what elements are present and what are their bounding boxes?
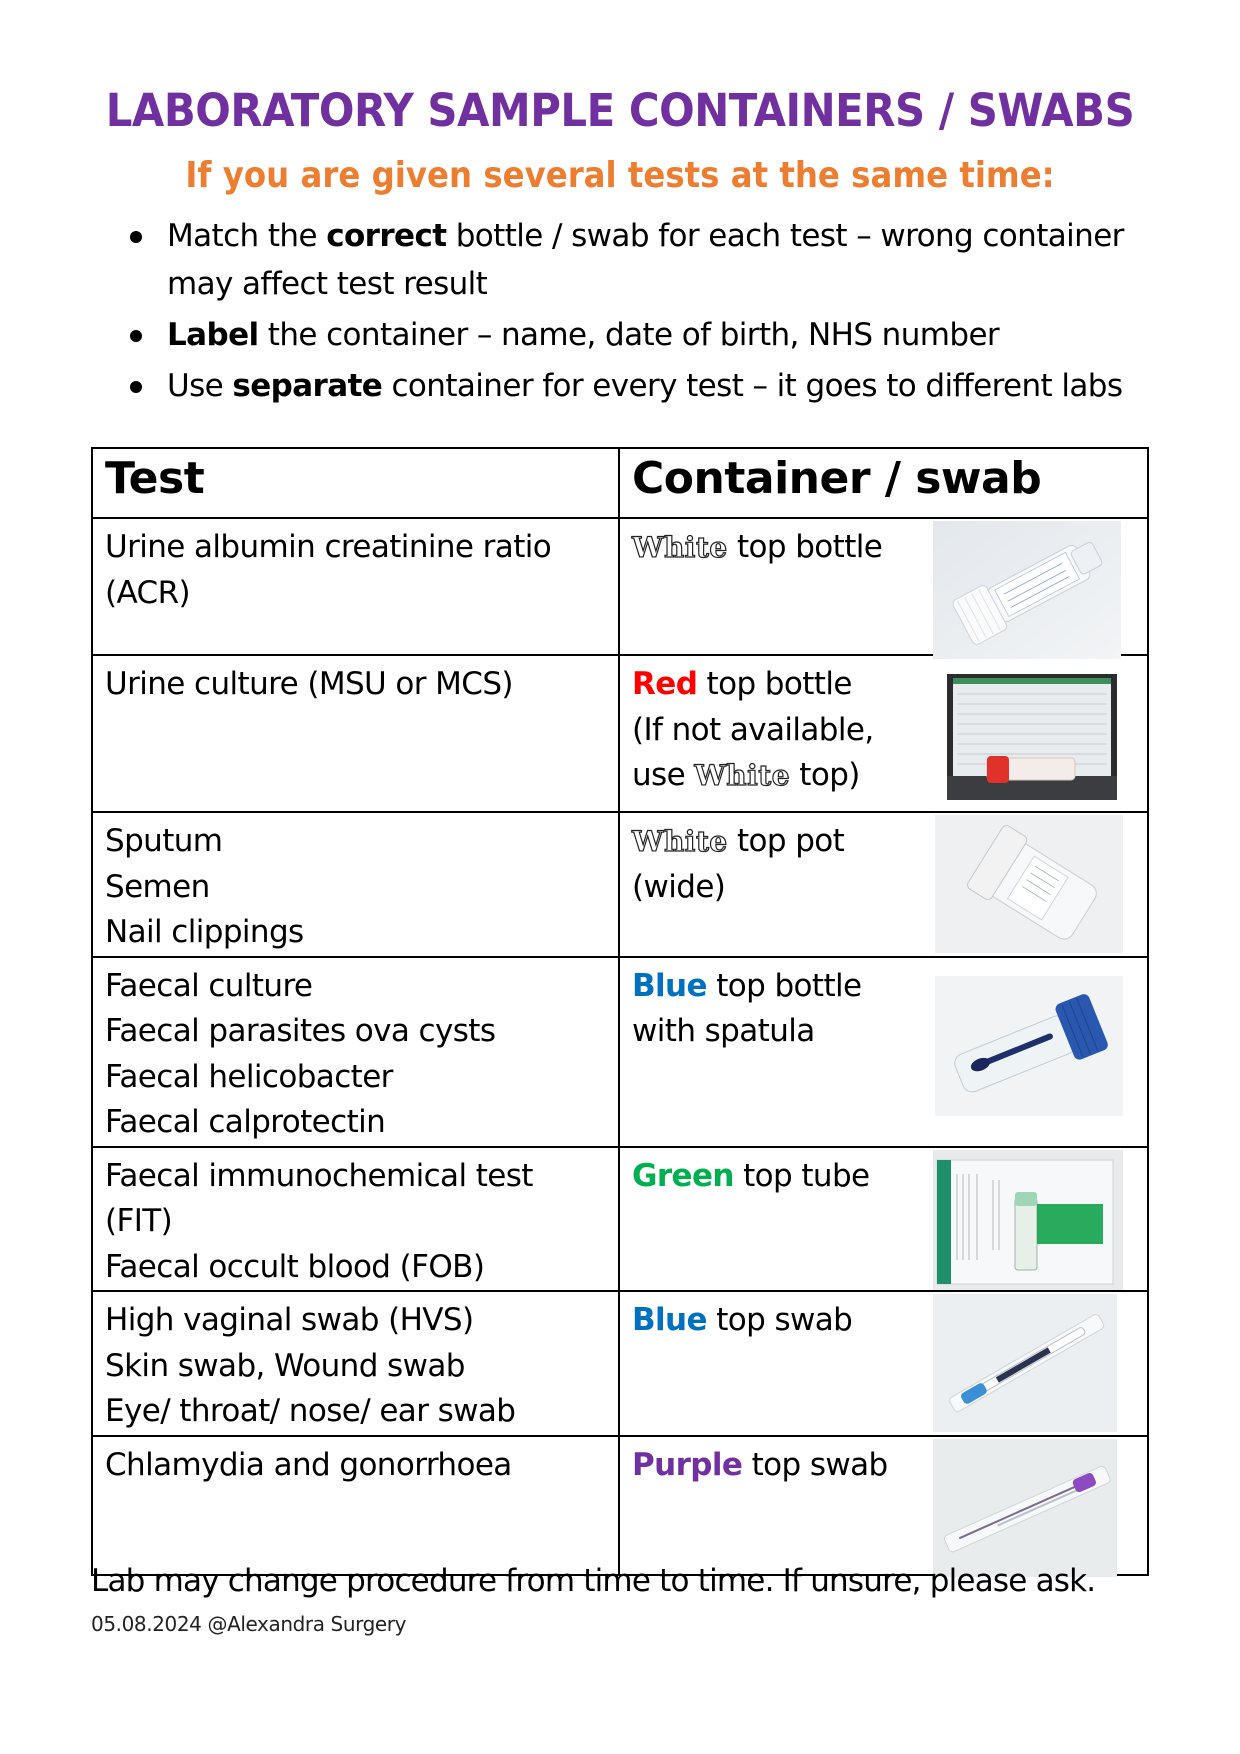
table-row: Chlamydia and gonorrhoea Purple top swab <box>91 1434 1149 1577</box>
test-cell: Chlamydia and gonorrhoea <box>91 1434 620 1576</box>
container-color-word: Green <box>632 1157 734 1194</box>
test-name: Faecal calprotectin <box>105 1104 386 1140</box>
bullet-icon <box>130 231 142 243</box>
page-title: LABORATORY SAMPLE CONTAINERS / SWABS <box>105 84 1135 137</box>
container-cell: Blue top bottle with spatula <box>618 955 1149 1148</box>
container-description: top swab <box>706 1302 853 1338</box>
container-cell: Purple top swab <box>618 1434 1149 1577</box>
instruction-emphasis: Label <box>167 317 259 353</box>
test-name: Faecal occult blood (FOB) <box>105 1248 485 1285</box>
table-row: Urine culture (MSU or MCS) Red top bottl… <box>91 654 1149 813</box>
bullet-icon <box>130 381 142 393</box>
instruction-text: Use <box>167 368 233 404</box>
container-description: top swab <box>742 1446 889 1483</box>
purple-top-swab-photo <box>933 1438 1117 1577</box>
instruction-item: Label the container – name, date of birt… <box>125 311 1185 359</box>
table-row: Faecal culture Faecal parasites ova cyst… <box>91 955 1149 1148</box>
container-note: (If not available, <box>632 711 874 748</box>
test-name: Skin swab, Wound swab <box>105 1347 465 1384</box>
container-description: top pot <box>727 823 845 859</box>
table-row: Sputum Semen Nail clippings White top po… <box>91 811 1149 958</box>
table-row: High vaginal swab (HVS) Skin swab, Wound… <box>91 1290 1149 1437</box>
test-name: Sputum <box>105 823 223 859</box>
test-name: Nail clippings <box>105 914 304 950</box>
bullet-icon <box>130 330 142 342</box>
container-description: top bottle <box>697 666 853 702</box>
instruction-emphasis: separate <box>232 368 383 404</box>
test-name: (FIT) <box>105 1203 173 1239</box>
container-cell: Blue top swab <box>618 1290 1149 1437</box>
blue-top-swab-photo <box>933 1294 1117 1432</box>
test-name: Faecal parasites ova cysts <box>105 1013 496 1049</box>
test-cell: Faecal culture Faecal parasites ova cyst… <box>91 955 620 1148</box>
column-header-test: Test <box>91 447 620 519</box>
container-note: top) <box>790 757 860 793</box>
container-note: with spatula <box>632 1013 815 1049</box>
container-color-word: Blue <box>632 1302 708 1338</box>
container-color-word: Red <box>632 666 698 702</box>
test-cell: High vaginal swab (HVS) Skin swab, Wound… <box>91 1290 620 1437</box>
white-top-bottle-photo <box>933 521 1121 659</box>
test-name: (ACR) <box>105 574 191 611</box>
instruction-text: container for every test – it goes to di… <box>382 368 1123 404</box>
container-description: top tube <box>733 1157 870 1194</box>
white-top-pot-photo <box>935 815 1123 953</box>
test-name: Semen <box>105 868 210 905</box>
container-color-word: Purple <box>632 1446 743 1483</box>
test-name: High vaginal swab (HVS) <box>105 1302 474 1338</box>
test-cell: Urine albumin creatinine ratio (ACR) <box>91 517 620 656</box>
container-color-word: White <box>694 758 791 792</box>
test-name: Chlamydia and gonorrhoea <box>105 1446 512 1483</box>
column-header-container: Container / swab <box>618 447 1149 519</box>
test-cell: Faecal immunochemical test (FIT) Faecal … <box>91 1145 620 1292</box>
table-header-row: Test Container / swab <box>91 447 1149 519</box>
container-cell: White top bottle <box>618 517 1149 659</box>
instruction-text: the container – name, date of birth, NHS… <box>258 317 1000 353</box>
test-name: Urine culture (MSU or MCS) <box>105 666 514 702</box>
instruction-emphasis: correct <box>326 218 447 254</box>
footer-date-credit: 05.08.2024 @Alexandra Surgery <box>91 1612 407 1636</box>
container-description: top bottle <box>706 967 862 1004</box>
container-color-word: White <box>631 824 728 858</box>
footer-note: Lab may change procedure from time to ti… <box>91 1563 1096 1599</box>
page-subtitle: If you are given several tests at the sa… <box>185 155 1055 196</box>
container-note: (wide) <box>632 868 726 905</box>
test-name: Faecal immunochemical test <box>105 1157 533 1194</box>
test-cell: Urine culture (MSU or MCS) <box>91 654 620 813</box>
container-color-word: White <box>631 530 728 564</box>
table-row: Urine albumin creatinine ratio (ACR) Whi… <box>91 517 1149 659</box>
container-color-word: Blue <box>632 967 708 1004</box>
test-name: Faecal culture <box>105 967 313 1004</box>
container-description: top bottle <box>727 529 883 565</box>
instruction-item: Match the correct bottle / swab for each… <box>125 212 1185 308</box>
container-cell: White top pot (wide) <box>618 811 1149 958</box>
container-note: use <box>632 757 695 793</box>
test-name: Faecal helicobacter <box>105 1058 393 1095</box>
red-top-bottle-photo <box>947 674 1117 800</box>
container-cell: Green top tube <box>618 1145 1149 1292</box>
table-row: Faecal immunochemical test (FIT) Faecal … <box>91 1145 1149 1292</box>
test-name: Urine albumin creatinine ratio <box>105 529 552 565</box>
blue-top-bottle-photo <box>935 975 1123 1116</box>
document-page: LABORATORY SAMPLE CONTAINERS / SWABS If … <box>0 0 1240 1754</box>
instruction-list: Match the correct bottle / swab for each… <box>125 212 1185 410</box>
test-cell: Sputum Semen Nail clippings <box>91 811 620 958</box>
instruction-item: Use separate container for every test – … <box>125 362 1185 410</box>
instruction-text: Match the <box>167 218 327 254</box>
container-cell: Red top bottle (If not available, use Wh… <box>618 654 1149 813</box>
green-top-tube-photo <box>933 1149 1123 1290</box>
test-name: Eye/ throat/ nose/ ear swab <box>105 1393 516 1429</box>
containers-table: Test Container / swab Urine albumin crea… <box>91 447 1149 1577</box>
